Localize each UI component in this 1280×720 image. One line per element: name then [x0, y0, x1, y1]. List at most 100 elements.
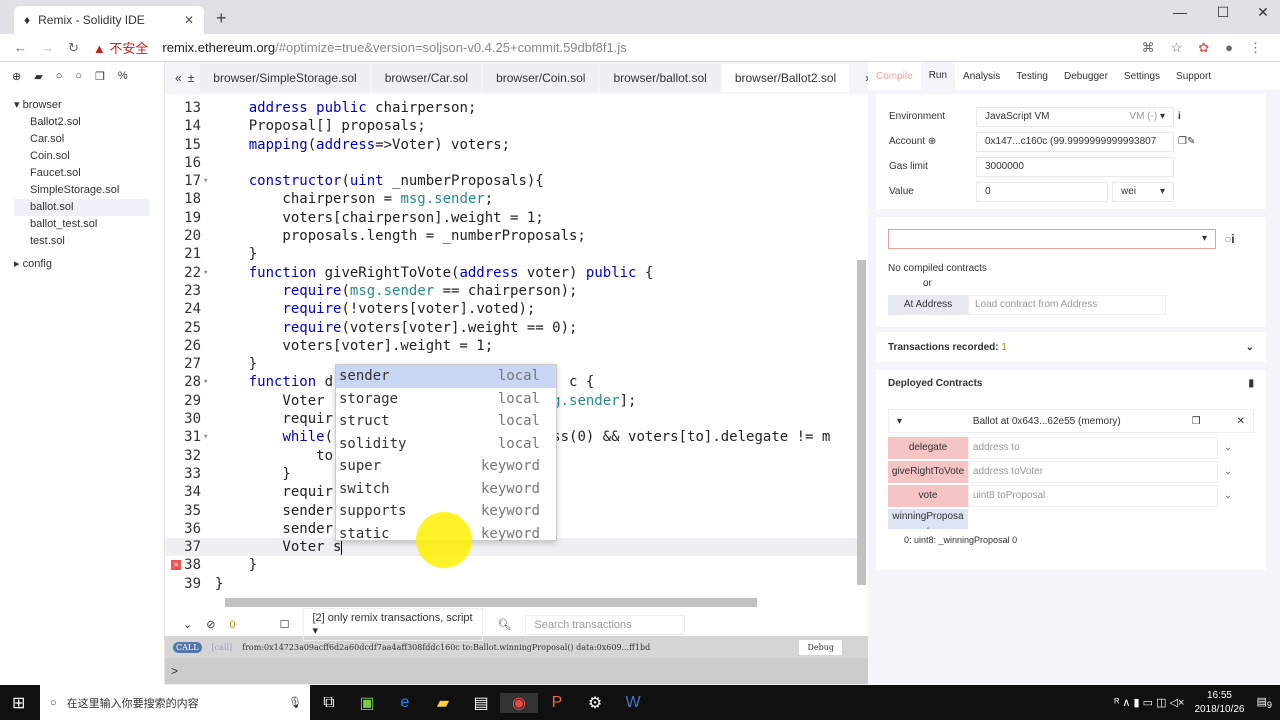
security-warning[interactable]: ▲ 不安全: [93, 38, 149, 57]
function-param-input[interactable]: address to: [968, 437, 1218, 459]
error-marker-icon[interactable]: ×: [171, 560, 181, 571]
copy-account-icon[interactable]: ❐: [1178, 136, 1187, 147]
chevron-down-icon[interactable]: ⌄: [1246, 342, 1254, 353]
value-unit-select[interactable]: wei ▾: [1112, 181, 1174, 202]
app-icon[interactable]: ▤: [462, 693, 500, 713]
word-icon[interactable]: W: [614, 694, 652, 712]
info-icon[interactable]: i: [1231, 232, 1234, 246]
fold-toggle-icon[interactable]: ▾: [203, 373, 215, 391]
bookmark-star-icon[interactable]: ☆: [1171, 40, 1183, 56]
link-icon[interactable]: %: [118, 70, 128, 83]
maximize-button[interactable]: ☐: [1203, 4, 1243, 21]
collapse-terminal-icon[interactable]: ⌄: [183, 618, 192, 631]
remove-instance-icon[interactable]: ✕: [1237, 416, 1245, 427]
editor-tab[interactable]: browser/Car.sol: [371, 64, 482, 92]
contract-select[interactable]: ▾: [888, 229, 1216, 249]
gas-limit-input[interactable]: 3000000: [976, 156, 1174, 177]
transactions-recorded-header[interactable]: Transactions recorded: 1 ⌄: [876, 332, 1266, 362]
file-item[interactable]: Faucet.sol: [14, 165, 150, 182]
function-vote-button[interactable]: vote: [888, 485, 968, 507]
fold-toggle-icon[interactable]: ▾: [203, 264, 215, 282]
tab-settings[interactable]: Settings: [1116, 71, 1168, 82]
at-address-input[interactable]: Load contract from Address: [968, 295, 1166, 315]
caret-down-icon[interactable]: ▾: [897, 416, 902, 427]
back-icon[interactable]: ←: [14, 40, 27, 55]
clear-icon[interactable]: ⊘: [206, 618, 215, 631]
file-item[interactable]: Car.sol: [14, 131, 150, 148]
copy-address-icon[interactable]: ❐: [1192, 416, 1201, 427]
edit-icon[interactable]: ✎: [1187, 136, 1195, 147]
profile-avatar[interactable]: ●: [1225, 40, 1233, 56]
new-file-icon[interactable]: ⊕: [12, 70, 21, 83]
powerpoint-icon[interactable]: P: [538, 694, 576, 712]
add-account-icon[interactable]: ⊕: [928, 136, 936, 147]
github-icon[interactable]: ○: [56, 70, 63, 83]
reload-icon[interactable]: ↻: [68, 40, 79, 56]
autocomplete-item[interactable]: switch keyword: [336, 478, 556, 501]
notification-icon[interactable]: ▤9: [1257, 695, 1273, 710]
minimize-button[interactable]: —: [1160, 4, 1200, 20]
folder-browser[interactable]: ▾ browser: [14, 97, 150, 114]
environment-select[interactable]: JavaScript VM VM (-) ▾: [976, 106, 1174, 127]
value-input[interactable]: 0: [976, 181, 1108, 202]
taskbar-search-input[interactable]: ○ 在这里输入你要搜索的内容 🎙︎: [40, 685, 310, 720]
file-item[interactable]: ballot_test.sol: [14, 216, 150, 233]
terminal-prompt[interactable]: >: [165, 658, 868, 684]
app-icon-notepad[interactable]: ▣: [348, 693, 386, 713]
editor-tab[interactable]: browser/Ballot2.sol: [721, 64, 850, 92]
close-tab-icon[interactable]: ✕: [184, 13, 194, 27]
system-tray-icons[interactable]: ᴿ ∧ ▮ ▭ ◫ ◁×: [1114, 696, 1184, 709]
clock-time[interactable]: 16:55: [1194, 689, 1244, 703]
collapse-panel-icon[interactable]: «: [165, 71, 188, 85]
autocomplete-item[interactable]: super keyword: [336, 455, 556, 478]
menu-icon[interactable]: ⋮: [1249, 40, 1262, 56]
windows-start-icon[interactable]: ⊞: [12, 693, 25, 713]
close-window-button[interactable]: ✕: [1243, 4, 1280, 21]
url-input[interactable]: remix.ethereum.org/#optimize=true&versio…: [162, 40, 626, 55]
autocomplete-item[interactable]: sender local: [336, 365, 556, 388]
translate-icon[interactable]: ⌘: [1142, 40, 1155, 56]
editor-tab[interactable]: browser/SimpleStorage.sol: [200, 64, 370, 92]
fold-toggle-icon[interactable]: ▾: [203, 172, 215, 190]
call-function-button[interactable]: winningProposa l: [888, 509, 968, 529]
editor-tab[interactable]: browser/Coin.sol: [483, 64, 599, 92]
autocomplete-item[interactable]: storage local: [336, 388, 556, 411]
autocomplete-item[interactable]: solidity local: [336, 433, 556, 456]
file-item[interactable]: test.sol: [14, 233, 150, 250]
forward-icon[interactable]: →: [41, 40, 54, 55]
at-address-button[interactable]: At Address: [888, 295, 968, 315]
file-explorer-icon[interactable]: ▰: [424, 693, 462, 713]
search-transactions-input[interactable]: Search transactions: [525, 614, 686, 635]
file-item[interactable]: Coin.sol: [14, 148, 150, 165]
editor-vertical-scrollbar[interactable]: [857, 260, 866, 585]
gist-icon[interactable]: ○: [75, 70, 82, 83]
editor-horizontal-scrollbar[interactable]: [225, 598, 757, 607]
tab-support[interactable]: Support: [1168, 71, 1219, 82]
expand-chevron-icon[interactable]: ⌄: [1218, 461, 1238, 483]
copy-icon[interactable]: ❐: [95, 70, 105, 83]
account-select[interactable]: 0x147...c160c (99.9999999999993807: [976, 131, 1174, 152]
chrome-icon[interactable]: ◉: [500, 692, 538, 713]
folder-config[interactable]: ▸ config: [14, 256, 150, 273]
function-param-input[interactable]: uint8 toProposal: [968, 485, 1218, 507]
extension-icon[interactable]: ✿: [1198, 40, 1209, 56]
terminal-filter-select[interactable]: [2] only remix transactions, script ▾: [303, 608, 484, 641]
debug-button[interactable]: Debug: [799, 639, 842, 655]
expand-chevron-icon[interactable]: ⌄: [1218, 437, 1238, 459]
log-entry[interactable]: CALL [call] from:0x14723a09acff6d2a60dcd…: [165, 636, 868, 658]
function-giveRightToVote-button[interactable]: giveRightToVote: [888, 461, 968, 483]
zoom-icon[interactable]: ±: [188, 71, 201, 85]
file-item[interactable]: ballot.sol: [14, 199, 150, 216]
listen-checkbox[interactable]: ☐: [280, 618, 290, 631]
open-folder-icon[interactable]: ▰: [34, 70, 42, 83]
trash-icon[interactable]: ▮: [1248, 378, 1254, 389]
clock-date[interactable]: 2018/10/26: [1194, 703, 1244, 717]
microphone-icon[interactable]: 🎙︎: [288, 696, 302, 709]
file-item[interactable]: SimpleStorage.sol: [14, 182, 150, 199]
tab-compile[interactable]: Compile: [868, 71, 921, 82]
fold-toggle-icon[interactable]: ▾: [203, 428, 215, 446]
settings-gear-icon[interactable]: ⚙: [576, 693, 614, 713]
tab-analysis[interactable]: Analysis: [955, 71, 1008, 82]
task-view-icon[interactable]: ⧉: [310, 694, 348, 712]
edge-icon[interactable]: e: [386, 694, 424, 712]
